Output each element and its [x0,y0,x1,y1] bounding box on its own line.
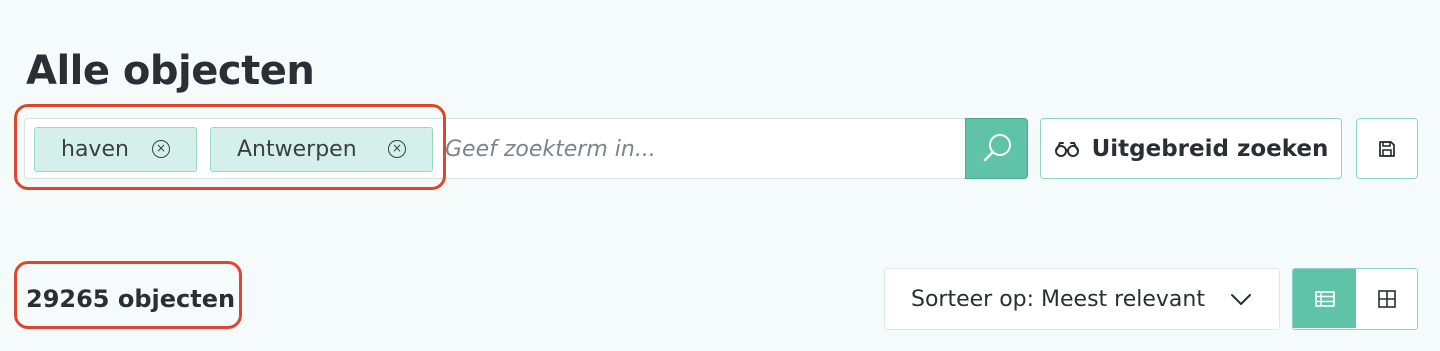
search-icon [983,134,1011,162]
list-view-button[interactable] [1293,269,1356,328]
sort-select[interactable]: Sorteer op: Meest relevant [884,268,1280,330]
view-toggle [1292,268,1418,330]
save-icon [1379,140,1395,157]
chips-highlight [14,104,446,190]
sort-label: Sorteer op: Meest relevant [911,286,1205,312]
advanced-search-button[interactable]: Uitgebreid zoeken [1040,118,1342,179]
grid-view-button[interactable] [1356,269,1417,328]
grid-view-icon [1377,289,1396,308]
count-highlight [14,261,242,329]
save-search-button[interactable] [1356,118,1418,179]
page-title: Alle objecten [26,47,315,94]
chevron-down-icon [1231,294,1251,305]
search-input[interactable] [445,127,960,172]
search-button[interactable] [965,118,1028,179]
binoculars-icon [1054,141,1079,157]
list-view-icon [1314,290,1335,307]
advanced-search-label: Uitgebreid zoeken [1091,135,1329,162]
